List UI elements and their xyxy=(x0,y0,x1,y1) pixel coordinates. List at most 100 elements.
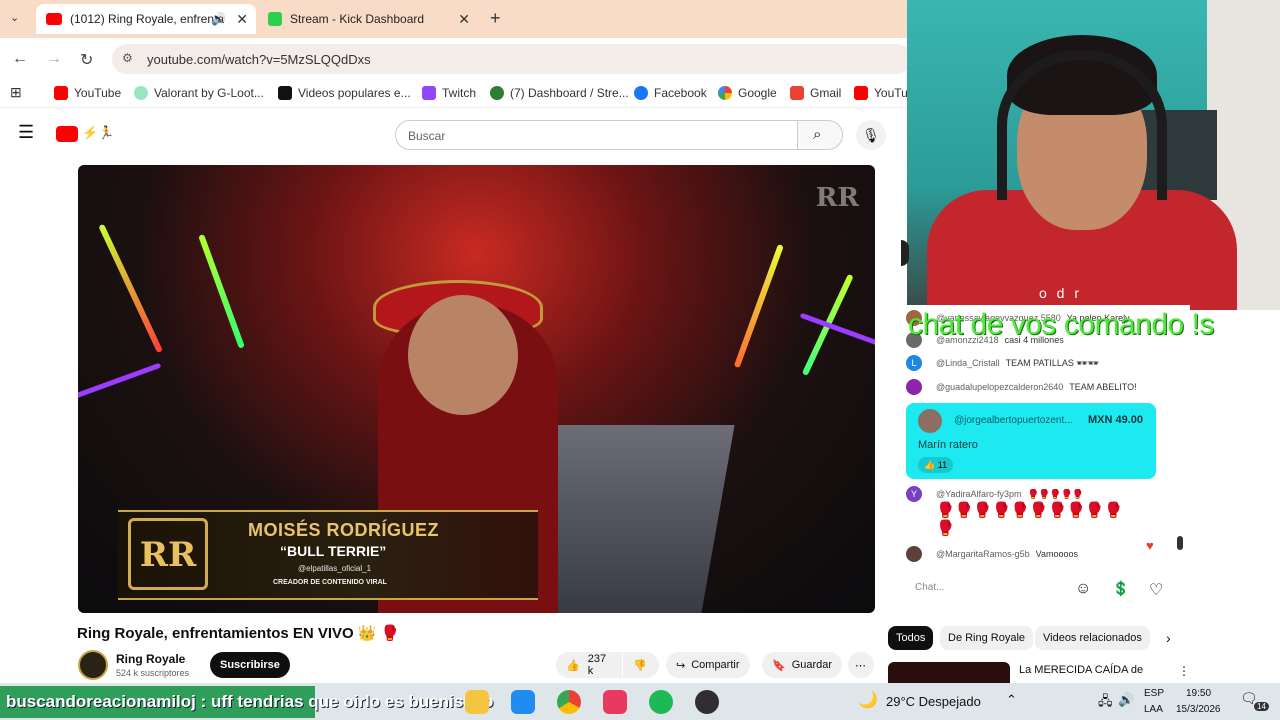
search-button[interactable]: ⌕ xyxy=(797,120,843,150)
like-button[interactable]: 👍 237 k xyxy=(556,652,622,678)
site-settings-icon[interactable]: ⚙ xyxy=(122,51,133,65)
tab-search-chevron-icon[interactable]: ⌄ xyxy=(10,11,19,24)
spotify-icon[interactable] xyxy=(649,690,673,714)
bookmark-tiktok[interactable]: Videos populares e... xyxy=(278,86,411,100)
chip-all[interactable]: Todos xyxy=(888,626,934,650)
dashboard-icon xyxy=(490,86,504,100)
url-field[interactable]: ⚙ youtube.com/watch?v=5MzSLQQdDxs xyxy=(112,44,912,74)
menu-icon[interactable]: ☰ xyxy=(18,122,34,143)
bookmark-label: Videos populares e... xyxy=(298,86,411,100)
close-tab-icon[interactable]: ✕ xyxy=(458,11,470,28)
file-explorer-icon[interactable] xyxy=(465,690,489,714)
audio-playing-icon: 🔊 xyxy=(211,12,226,26)
chat-message: L @Linda_Cristall TEAM PATILLAS 🕶🕶 xyxy=(906,355,1099,371)
network-icon[interactable]: 🖧 xyxy=(1098,692,1113,714)
superchat-like-button[interactable]: 👍 11 xyxy=(918,457,954,473)
superchat-money-icon[interactable]: 💲 xyxy=(1112,580,1129,597)
close-tab-icon[interactable]: ✕ xyxy=(236,11,248,28)
ring-royale-logo: RR xyxy=(128,518,208,590)
decor-laser xyxy=(198,233,245,349)
chat-avatar[interactable]: Y xyxy=(906,486,922,502)
thumbs-down-icon: 👎 xyxy=(633,659,647,672)
superchat-text: Marín ratero xyxy=(918,439,978,451)
chevron-right-icon[interactable]: › xyxy=(1166,630,1171,646)
heart-icon[interactable]: ♡ xyxy=(1149,580,1163,600)
youtube-favicon-icon xyxy=(46,13,62,25)
volume-icon[interactable]: 🔊 xyxy=(1118,692,1134,708)
share-button[interactable]: ↪ Compartir xyxy=(666,652,750,678)
doodle-logo-icon: ⚡🏃 xyxy=(82,125,115,140)
share-label: Compartir xyxy=(691,659,740,671)
chat-username[interactable]: @MargaritaRamos-g5b xyxy=(936,549,1030,559)
save-button[interactable]: 🔖 Guardar xyxy=(762,652,843,678)
superchat-card[interactable]: @jorgealbertopuertozent... MXN 49.00 Mar… xyxy=(906,403,1156,479)
apps-grid-icon[interactable]: ⊞ xyxy=(10,84,22,101)
reload-icon[interactable]: ↻ xyxy=(80,50,93,70)
chat-username[interactable]: @Linda_Cristall xyxy=(936,358,1000,368)
chrome-icon[interactable] xyxy=(557,690,581,714)
back-icon[interactable]: ← xyxy=(12,50,28,68)
microphone-icon[interactable]: 🎙 xyxy=(856,120,886,150)
forward-icon[interactable]: → xyxy=(46,50,62,68)
chat-scrollbar-thumb[interactable] xyxy=(1177,536,1183,550)
related-thumbnail[interactable] xyxy=(888,662,1010,684)
tab-kick-dashboard[interactable]: Stream - Kick Dashboard ✕ xyxy=(258,4,478,34)
decor-laser xyxy=(98,223,163,354)
superchat-user[interactable]: @jorgealbertopuertozent... xyxy=(954,415,1073,426)
weather-icon[interactable]: 🌙 xyxy=(858,690,878,710)
clock-date[interactable]: 15/3/2026 xyxy=(1176,704,1221,715)
language-code[interactable]: ESP xyxy=(1144,688,1164,699)
chat-input[interactable]: Chat... xyxy=(915,582,944,593)
dislike-button[interactable]: 👎 xyxy=(623,652,659,678)
thumbs-up-icon: 👍 xyxy=(566,659,580,672)
chat-username[interactable]: @guadalupelopezcalderon2640 xyxy=(936,382,1063,392)
tiktok-icon[interactable] xyxy=(603,690,627,714)
url-text: youtube.com/watch?v=5MzSLQQdDxs xyxy=(147,52,371,67)
chip-from-channel[interactable]: De Ring Royale xyxy=(940,626,1034,650)
bookmark-label: Google xyxy=(738,86,777,100)
more-actions-button[interactable]: ⋯ xyxy=(848,652,874,678)
bookmark-valorant[interactable]: Valorant by G-Loot... xyxy=(134,86,264,100)
channel-name[interactable]: Ring Royale xyxy=(116,652,185,666)
obs-icon[interactable] xyxy=(695,690,719,714)
share-icon: ↪ xyxy=(676,659,686,672)
weather-text[interactable]: 29°C Despejado xyxy=(886,694,981,709)
bookmark-twitch[interactable]: Twitch xyxy=(422,86,476,100)
video-player[interactable]: RR RR MOISÉS RODRÍGUEZ “BULL TERRIE” @el… xyxy=(78,165,875,613)
chat-avatar[interactable] xyxy=(906,546,922,562)
related-video-title[interactable]: La MERECIDA CAÍDA de xyxy=(1019,664,1143,676)
microsoft-store-icon[interactable] xyxy=(511,690,535,714)
bookmark-google[interactable]: Google xyxy=(718,86,777,100)
cam-caption: o d r xyxy=(1039,285,1083,301)
overlay-handle: @elpatillas_oficial_1 xyxy=(298,564,372,573)
emoji-icon[interactable]: ☺ xyxy=(1075,580,1091,598)
chat-avatar[interactable] xyxy=(906,379,922,395)
bookmark-facebook[interactable]: Facebook xyxy=(634,86,707,100)
new-tab-button[interactable]: + xyxy=(490,8,501,29)
more-vert-icon[interactable]: ⋮ xyxy=(1178,664,1190,678)
language-variant[interactable]: LAA xyxy=(1144,704,1163,715)
chip-related[interactable]: Videos relacionados xyxy=(1035,626,1150,650)
tab-ring-royale[interactable]: (1012) Ring Royale, enfrenta 🔊 ✕ xyxy=(36,4,256,34)
bookmark-dashboard[interactable]: (7) Dashboard / Stre... xyxy=(490,86,629,100)
channel-avatar[interactable] xyxy=(78,650,108,680)
tray-chevron-icon[interactable]: ⌃ xyxy=(1006,692,1017,708)
decor-laser xyxy=(733,243,784,369)
bookmark-youtube[interactable]: YouTube xyxy=(54,86,121,100)
bookmark-youtube-2[interactable]: YouTu xyxy=(854,86,908,100)
subscribe-button[interactable]: Suscribirse xyxy=(210,652,290,678)
bookmark-label: Twitch xyxy=(442,86,477,100)
superchat-amount: MXN 49.00 xyxy=(1088,414,1144,426)
video-title: Ring Royale, enfrentamientos EN VIVO 👑 🥊 xyxy=(77,625,400,642)
twitch-icon xyxy=(422,86,436,100)
search-input[interactable]: Buscar xyxy=(395,120,798,150)
chat-username[interactable]: @YadiraAlfaro-fy3pm xyxy=(936,489,1022,499)
bookmark-gmail[interactable]: Gmail xyxy=(790,86,841,100)
clock-time[interactable]: 19:50 xyxy=(1186,688,1211,699)
chat-avatar[interactable]: L xyxy=(906,355,922,371)
kick-favicon-icon xyxy=(268,12,282,26)
youtube-logo-icon[interactable] xyxy=(56,126,78,142)
google-icon xyxy=(718,86,732,100)
thumbs-up-icon: 👍 xyxy=(924,460,936,470)
chat-emoji-row: 🥊🥊🥊🥊🥊🥊🥊🥊🥊🥊 🥊 xyxy=(936,502,1123,537)
